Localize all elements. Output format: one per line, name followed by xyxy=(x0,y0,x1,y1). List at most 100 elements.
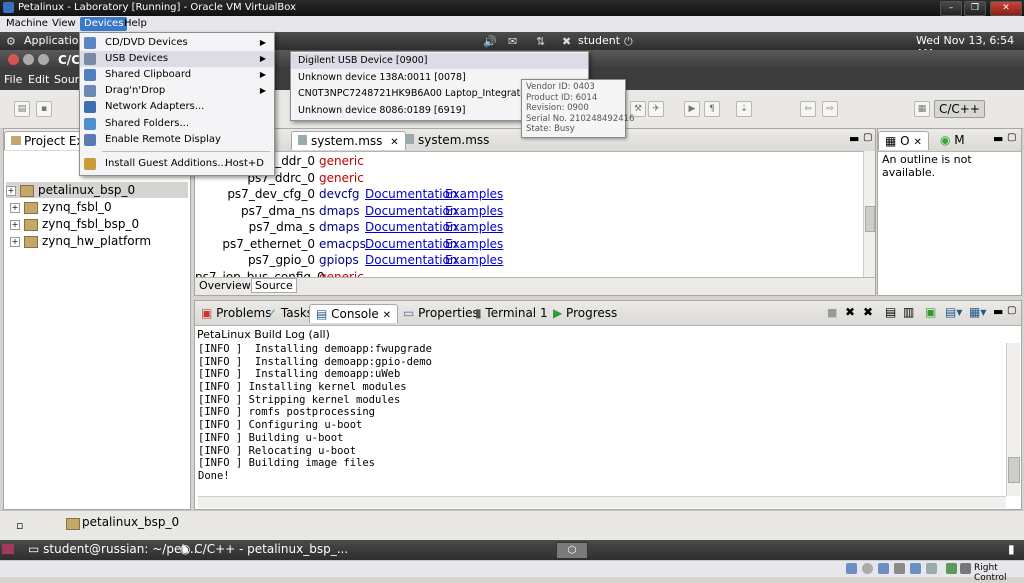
minimize-view-icon[interactable]: ▬ xyxy=(849,132,859,145)
close-tab-icon[interactable]: ✕ xyxy=(383,310,391,321)
taskbar-item-terminal[interactable]: ▭ student@russian: ~/pet... xyxy=(28,542,197,556)
console-output[interactable]: [INFO ] Installing demoapp:fwupgrade [INF… xyxy=(198,343,1006,495)
scroll-lock-icon[interactable]: ▥ xyxy=(903,305,914,319)
devices-menu-item[interactable]: Drag'n'Drop ▶ xyxy=(80,83,274,99)
scroll-thumb[interactable] xyxy=(865,206,875,232)
usb-icon[interactable] xyxy=(894,563,905,574)
expand-icon[interactable]: + xyxy=(10,219,20,230)
devices-menu-item[interactable]: CD/DVD Devices ▶ xyxy=(80,35,274,51)
terminate-icon[interactable]: ■ xyxy=(827,306,837,319)
workspace-switcher-icon[interactable]: ⬡ xyxy=(556,542,588,559)
network-icon[interactable] xyxy=(910,563,921,574)
tab-make-targets[interactable]: ◉ M xyxy=(934,131,971,149)
tab-terminal[interactable]: ▮ Terminal 1 xyxy=(469,304,554,322)
minimize-view-icon[interactable]: ▬ xyxy=(993,132,1003,145)
hdd-icon[interactable] xyxy=(846,563,857,574)
devices-menu-item[interactable]: Shared Clipboard ▶ xyxy=(80,67,274,83)
tab-console[interactable]: ▤ Console ✕ xyxy=(309,304,399,323)
display-console-icon[interactable]: ▤▾ xyxy=(945,305,962,319)
minimize-icon[interactable] xyxy=(23,54,34,65)
project-item[interactable]: + zynq_hw_platform xyxy=(10,233,151,249)
devices-menu-item[interactable]: USB Devices ▶ xyxy=(80,51,274,67)
pin-console-icon[interactable]: ▣ xyxy=(925,305,936,319)
tab-overview[interactable]: Overview xyxy=(199,279,251,292)
mail-icon[interactable]: ✉ xyxy=(508,35,517,48)
minimize-view-icon[interactable]: ▬ xyxy=(993,305,1003,318)
examples-link[interactable]: Examples xyxy=(445,203,503,219)
tab-source[interactable]: Source xyxy=(251,278,297,293)
editor-scrollbar[interactable] xyxy=(863,151,875,277)
menu-machine[interactable]: Machine xyxy=(2,17,52,31)
tab-outline[interactable]: ▦ O ✕ xyxy=(878,131,929,150)
volume-icon[interactable]: 🔊 xyxy=(483,35,497,48)
devices-menu-item[interactable]: Shared Folders... xyxy=(80,116,274,132)
open-perspective-icon[interactable]: ▦ xyxy=(914,101,930,117)
scroll-thumb[interactable] xyxy=(1008,457,1020,483)
expand-icon[interactable]: + xyxy=(10,236,20,247)
maximize-icon[interactable] xyxy=(38,54,49,65)
remove-launch-icon[interactable]: ✖ xyxy=(845,305,855,319)
shared-folder-icon[interactable] xyxy=(926,563,937,574)
menu-file[interactable]: File xyxy=(4,73,22,86)
prev-annotation-icon[interactable]: ¶ xyxy=(704,101,720,117)
menu-help[interactable]: Help xyxy=(120,17,151,31)
user-name[interactable]: student xyxy=(578,34,620,47)
trash-icon[interactable]: ▮ xyxy=(1008,542,1015,556)
save-icon[interactable]: ▪ xyxy=(36,101,52,117)
console-vscrollbar[interactable] xyxy=(1006,343,1020,496)
close-tab-icon[interactable]: ✕ xyxy=(390,137,398,148)
network-icon[interactable]: ⇅ xyxy=(536,35,545,48)
remove-all-icon[interactable]: ✖ xyxy=(863,305,873,319)
devices-menu-item[interactable]: Network Adapters... xyxy=(80,99,274,115)
examples-link[interactable]: Examples xyxy=(445,236,503,252)
mouse-integration-icon[interactable] xyxy=(946,563,957,574)
documentation-link[interactable]: Documentation xyxy=(365,252,458,268)
fast-view-icon[interactable]: ▫ xyxy=(16,519,23,532)
tab-system-mss[interactable]: system.mss xyxy=(399,131,495,149)
devices-menu-item[interactable]: Enable Remote Display xyxy=(80,132,274,148)
console-hscrollbar[interactable] xyxy=(198,496,1006,508)
maximize-view-icon[interactable]: ▢ xyxy=(1007,132,1016,143)
clear-console-icon[interactable]: ▤ xyxy=(885,305,896,319)
documentation-link[interactable]: Documentation xyxy=(365,236,458,252)
expand-icon[interactable]: + xyxy=(6,185,16,196)
menu-source[interactable]: Sour xyxy=(54,73,79,86)
usb-device-item[interactable]: Digilent USB Device [0900] xyxy=(291,53,588,69)
maximize-view-icon[interactable]: ▢ xyxy=(863,132,872,143)
back-icon[interactable]: ⇦ xyxy=(800,101,816,117)
maximize-view-icon[interactable]: ▢ xyxy=(1007,305,1016,316)
run-icon[interactable]: ▶ xyxy=(684,101,700,117)
tab-system-mss-active[interactable]: system.mss ✕ xyxy=(291,131,406,150)
new-icon[interactable]: ▤ xyxy=(14,101,30,117)
devices-menu-item[interactable]: Install Guest Additions... Host+D xyxy=(80,156,274,172)
next-edit-icon[interactable]: ⇣ xyxy=(736,101,752,117)
examples-link[interactable]: Examples xyxy=(445,219,503,235)
user-icon[interactable]: ✖ xyxy=(562,35,571,48)
menu-view[interactable]: View xyxy=(48,17,80,31)
close-icon[interactable] xyxy=(8,54,19,65)
documentation-link[interactable]: Documentation xyxy=(365,203,458,219)
menu-edit[interactable]: Edit xyxy=(28,73,49,86)
minimize-icon[interactable]: – xyxy=(940,1,962,16)
tab-progress[interactable]: ▶ Progress xyxy=(547,304,623,322)
power-icon[interactable]: ⏻ xyxy=(624,35,633,49)
documentation-link[interactable]: Documentation xyxy=(365,186,458,202)
cd-icon[interactable] xyxy=(862,563,873,574)
debug-icon[interactable]: ✈ xyxy=(648,101,664,117)
close-icon[interactable]: ✕ xyxy=(990,1,1022,16)
project-item[interactable]: + zynq_fsbl_0 xyxy=(10,199,112,215)
close-tab-icon[interactable]: ✕ xyxy=(913,137,921,148)
show-desktop-icon[interactable] xyxy=(2,544,14,554)
maximize-icon[interactable]: ❐ xyxy=(964,1,986,16)
documentation-link[interactable]: Documentation xyxy=(365,219,458,235)
project-item[interactable]: + zynq_fsbl_bsp_0 xyxy=(10,216,139,232)
expand-icon[interactable]: + xyxy=(10,202,20,213)
keyboard-icon[interactable] xyxy=(960,563,971,574)
taskbar-item-eclipse[interactable]: ◉ C/C++ - petalinux_bsp_... xyxy=(180,542,348,556)
floppy-icon[interactable] xyxy=(878,563,889,574)
examples-link[interactable]: Examples xyxy=(445,252,503,268)
forward-icon[interactable]: ⇨ xyxy=(822,101,838,117)
project-item[interactable]: + petalinux_bsp_0 xyxy=(6,182,188,198)
open-console-icon[interactable]: ▦▾ xyxy=(969,305,986,319)
examples-link[interactable]: Examples xyxy=(445,186,503,202)
